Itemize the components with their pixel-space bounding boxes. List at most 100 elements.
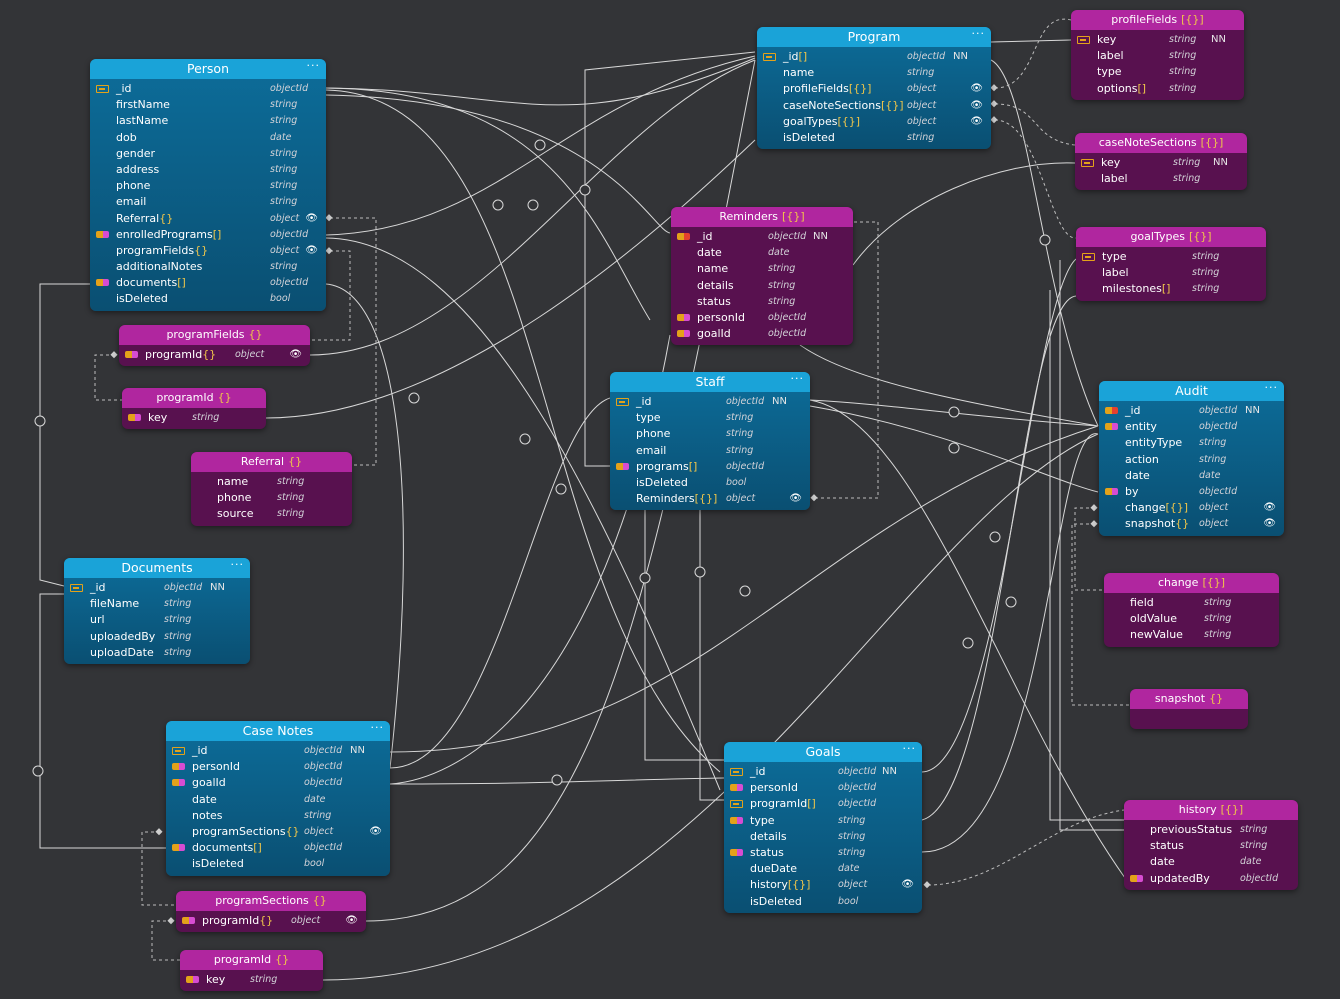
field-row[interactable]: _idobjectIdNN [610,394,810,410]
field-row[interactable]: _id[] objectId NN [757,49,991,65]
eye-icon[interactable]: 👁 [1263,516,1276,532]
field-row[interactable]: label string [1076,265,1266,281]
field-row[interactable]: programId{} object 👁 [119,347,310,363]
field-row[interactable]: name string [757,65,991,81]
field-row[interactable]: lastName string [90,113,326,129]
entity-program[interactable]: Program ··· _id[] objectId NN name string profi… [757,27,991,150]
field-row[interactable]: source string [191,506,352,522]
entity-menu-icon[interactable]: ··· [972,27,986,44]
field-row[interactable]: address string [90,162,326,178]
field-row[interactable]: action string [1099,452,1284,468]
field-row[interactable]: date date [1124,854,1298,870]
field-row[interactable]: label string [1071,48,1244,64]
field-row[interactable]: _idobjectIdNN [724,764,922,780]
field-row[interactable]: dueDate date [724,861,922,877]
entity-title[interactable]: history[{}] [1124,800,1298,820]
eye-icon[interactable]: 👁 [970,114,983,130]
field-row[interactable]: key string [180,972,323,988]
field-row[interactable]: email string [610,443,810,459]
field-row[interactable]: by objectId [1099,484,1284,500]
eye-icon[interactable]: 👁 [289,347,302,363]
field-row[interactable]: change[{}] object 👁 [1099,500,1284,516]
entity-title[interactable]: programSections{} [176,891,366,911]
field-row[interactable]: entityType string [1099,435,1284,451]
field-row[interactable]: phone string [610,426,810,442]
entity-person[interactable]: Person··· _idobjectIdNNfirstNamestringlas… [90,59,326,311]
entity-title[interactable]: caseNoteSections[{}] [1075,133,1247,153]
entity-programsections[interactable]: programSections{} programId{} object 👁 [176,891,366,933]
eye-icon[interactable]: 👁 [970,98,983,114]
field-row[interactable]: isDeleted bool [166,856,390,872]
field-row[interactable]: notes string [166,808,390,824]
field-row[interactable]: isDeleted bool [724,894,922,910]
entity-person_programfields[interactable]: programFields{} programId{} object 👁 [119,325,310,367]
field-row[interactable]: _idobjectIdNN [1099,403,1284,419]
field-row[interactable]: label string [1075,171,1247,187]
entity-menu-icon[interactable]: ··· [1265,381,1279,398]
field-row[interactable]: goalId objectId [671,326,853,342]
field-row[interactable]: personId objectId [671,310,853,326]
field-row[interactable]: Reminders[{}] object 👁 [610,491,810,507]
field-row[interactable]: oldValue string [1104,611,1279,627]
field-row[interactable]: dob date [90,130,326,146]
field-row[interactable]: history[{}] object 👁 [724,877,922,893]
field-row[interactable]: date date [1099,468,1284,484]
field-row[interactable]: date date [671,245,853,261]
field-row[interactable]: type string [1076,249,1266,265]
entity-goals[interactable]: Goals ··· _id objectId NN personId objectId pro… [724,742,922,913]
field-row[interactable]: key string NN [1071,32,1244,48]
entity-audit[interactable]: Audit ··· _id objectId NN entity objectId entit… [1099,381,1284,536]
field-row[interactable]: documents[] objectId [166,840,390,856]
field-row[interactable]: gender string [90,146,326,162]
eye-icon[interactable]: 👁 [369,824,382,840]
field-row[interactable]: url string [64,612,250,628]
entity-title[interactable]: change[{}] [1104,573,1279,593]
field-row[interactable]: _idobjectIdNN [671,229,853,245]
field-row[interactable]: email string [90,194,326,210]
field-row[interactable]: programId[] objectId [724,796,922,812]
entity-title[interactable]: Case Notes ··· [166,721,390,741]
field-row[interactable]: _idobjectIdNN [90,81,326,97]
field-row[interactable]: updatedBy objectId [1124,871,1298,887]
entity-menu-icon[interactable]: ··· [307,59,321,76]
entity-casenotesections[interactable]: caseNoteSections[{}] key string NN label stri… [1075,133,1247,191]
field-row[interactable]: goalId objectId [166,775,390,791]
field-row[interactable]: phone string [191,490,352,506]
entity-title[interactable]: Person ··· [90,59,326,79]
field-row[interactable]: name string [191,474,352,490]
eye-icon[interactable]: 👁 [305,211,318,227]
field-row[interactable]: _idobjectIdNN [166,743,390,759]
entity-title[interactable]: Goals ··· [724,742,922,762]
eye-icon[interactable]: 👁 [305,243,318,259]
field-row[interactable]: firstName string [90,97,326,113]
field-row[interactable]: goalTypes[{}] object 👁 [757,114,991,130]
field-row[interactable]: programFields{} object 👁 [90,243,326,259]
field-row[interactable]: key string NN [1075,155,1247,171]
field-row[interactable]: snapshot{} object 👁 [1099,516,1284,532]
entity-title[interactable]: Reminders[{}] [671,207,853,227]
field-row[interactable]: type string [1071,64,1244,80]
field-row[interactable]: previousStatus string [1124,822,1298,838]
entity-person_programid[interactable]: programId{} key string [122,388,266,430]
field-row[interactable]: isDeleted bool [610,475,810,491]
field-row[interactable]: Referral{} object 👁 [90,211,326,227]
eye-icon[interactable]: 👁 [345,913,358,929]
field-row[interactable]: entity objectId [1099,419,1284,435]
field-row[interactable]: isDeleted string [757,130,991,146]
eye-icon[interactable]: 👁 [970,81,983,97]
entity-profilefields[interactable]: profileFields[{}] key string NN label string t… [1071,10,1244,100]
field-row[interactable]: newValue string [1104,627,1279,643]
field-row[interactable]: status string [1124,838,1298,854]
entity-title[interactable]: programId{} [180,950,323,970]
entity-snapshot[interactable]: snapshot{} [1130,689,1248,729]
field-row[interactable]: fileName string [64,596,250,612]
entity-title[interactable]: profileFields[{}] [1071,10,1244,30]
eye-icon[interactable]: 👁 [789,491,802,507]
entity-cn_programid[interactable]: programId{} key string [180,950,323,992]
entity-referral[interactable]: Referral{} name string phone string source str… [191,452,352,526]
entity-title[interactable]: Staff ··· [610,372,810,392]
entity-goaltypes[interactable]: goalTypes[{}] type string label string milest… [1076,227,1266,301]
field-row[interactable]: status string [724,845,922,861]
entity-title[interactable]: Documents ··· [64,558,250,578]
entity-title[interactable]: programId{} [122,388,266,408]
